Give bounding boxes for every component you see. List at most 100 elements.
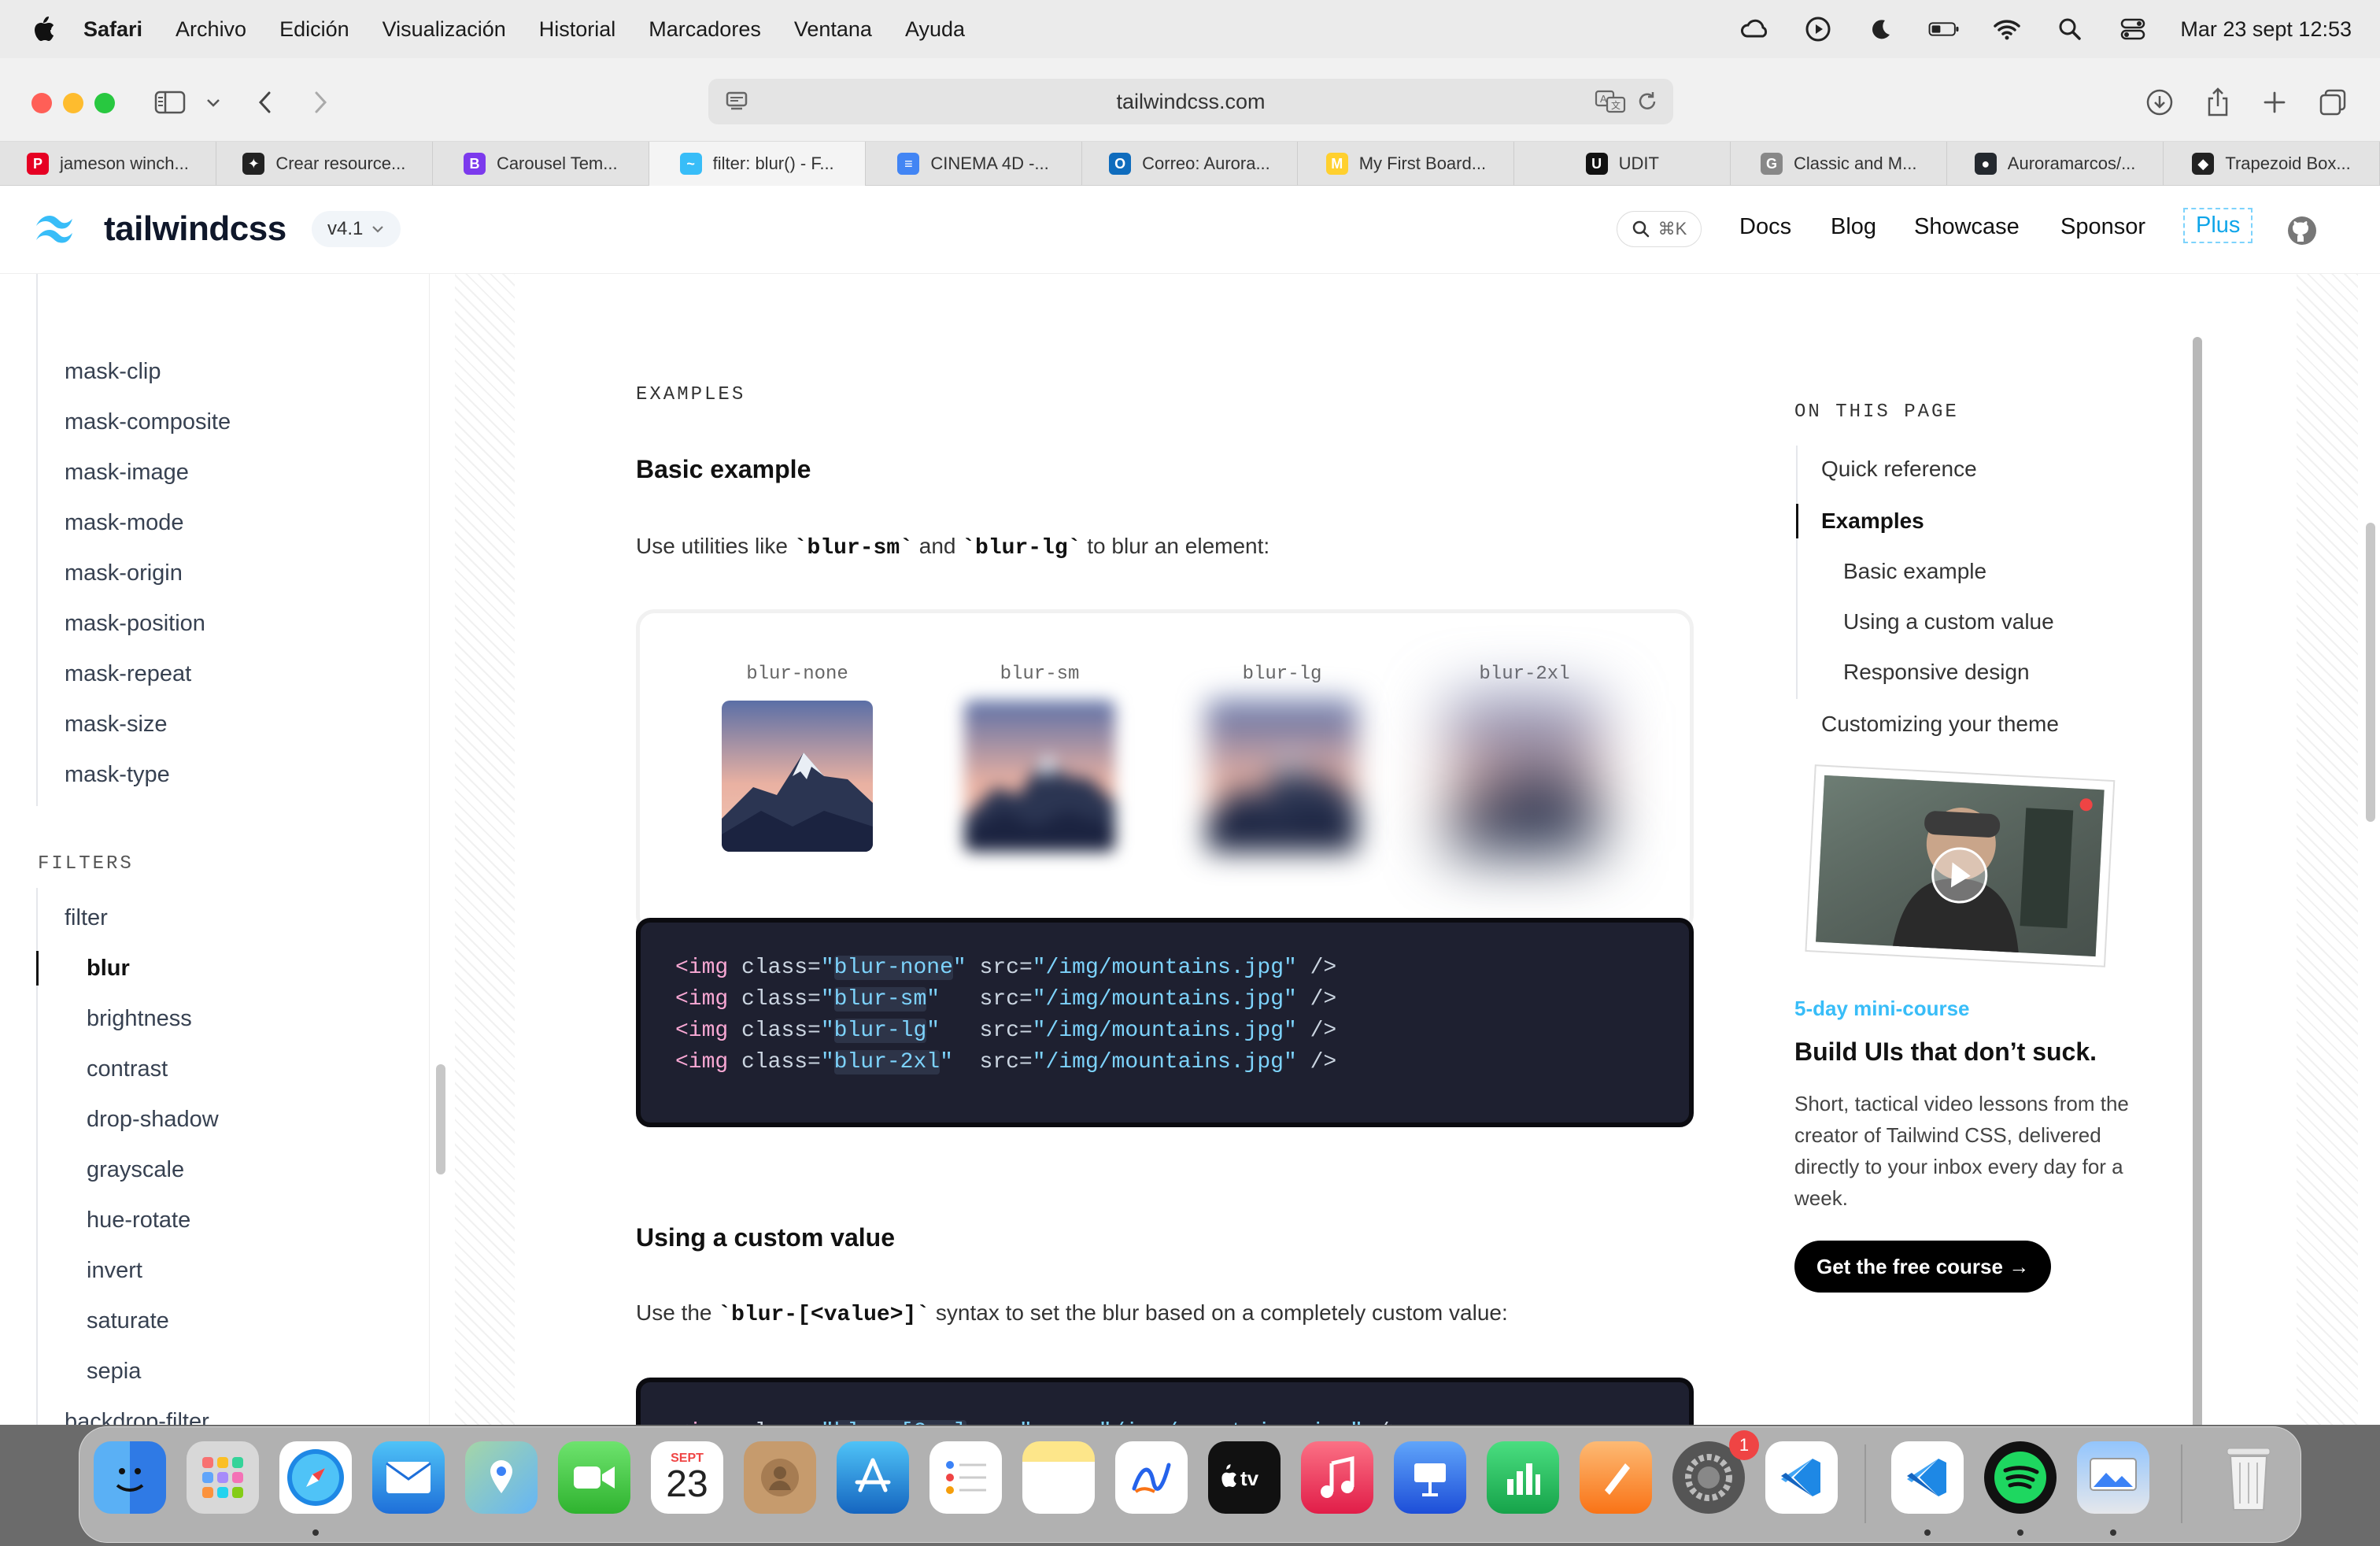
sidebar-item[interactable]: hue-rotate: [87, 1208, 190, 1233]
sidebar-item[interactable]: mask-mode: [65, 510, 184, 536]
maps-icon[interactable]: [465, 1441, 538, 1514]
apple-menu-icon[interactable]: [31, 14, 57, 44]
chevron-down-icon[interactable]: [201, 83, 225, 121]
translate-icon[interactable]: A文: [1595, 88, 1626, 119]
sidebar-item[interactable]: saturate: [87, 1308, 169, 1334]
finder-icon[interactable]: [94, 1441, 166, 1514]
toc-item[interactable]: Responsive design: [1843, 660, 2030, 685]
menu-edicion[interactable]: Edición: [279, 17, 349, 42]
keynote-icon[interactable]: [1394, 1441, 1466, 1514]
custom-value-heading[interactable]: Using a custom value: [636, 1223, 895, 1252]
browser-tab[interactable]: ~ filter: blur() - F...: [649, 142, 866, 186]
share-icon[interactable]: [2204, 83, 2232, 121]
sidebar-item[interactable]: grayscale: [87, 1157, 184, 1183]
browser-tab[interactable]: ● Auroramarcos/...: [1947, 142, 2164, 186]
contacts-icon[interactable]: [744, 1441, 816, 1514]
nav-plus[interactable]: Plus: [2183, 208, 2253, 243]
version-selector[interactable]: v4.1: [312, 211, 401, 247]
browser-tab[interactable]: ✦ Crear resource...: [216, 142, 433, 186]
browser-tab[interactable]: U UDIT: [1514, 142, 1731, 186]
nav-blog[interactable]: Blog: [1831, 214, 1876, 240]
preview-icon[interactable]: [2077, 1441, 2149, 1514]
launchpad-icon[interactable]: [187, 1441, 259, 1514]
numbers-icon[interactable]: [1487, 1441, 1559, 1514]
browser-tab[interactable]: ≡ CINEMA 4D -...: [866, 142, 1082, 186]
sidebar-item[interactable]: mask-position: [65, 611, 205, 637]
apple-tv-icon[interactable]: tv: [1208, 1441, 1281, 1514]
mail-icon[interactable]: [372, 1441, 445, 1514]
window-zoom-button[interactable]: [94, 93, 115, 113]
sidebar-toggle-icon[interactable]: [153, 83, 187, 121]
forward-icon[interactable]: [309, 83, 332, 121]
menu-ayuda[interactable]: Ayuda: [905, 17, 965, 42]
address-bar[interactable]: tailwindcss.com A文: [708, 79, 1673, 124]
course-video-thumbnail[interactable]: [1794, 757, 2125, 986]
back-icon[interactable]: [253, 83, 277, 121]
menu-clock[interactable]: Mar 23 sept 12:53: [2180, 17, 2352, 42]
battery-icon[interactable]: [1928, 13, 1960, 45]
safari-icon[interactable]: [279, 1441, 352, 1514]
calendar-icon[interactable]: SEPT 23: [651, 1441, 723, 1514]
reload-icon[interactable]: [1635, 90, 1659, 119]
toc-item[interactable]: Customizing your theme: [1821, 712, 2059, 737]
toc-item[interactable]: Quick reference: [1821, 457, 1977, 482]
focus-moon-icon[interactable]: [1865, 13, 1897, 45]
sidebar-scrollbar[interactable]: [436, 1064, 445, 1174]
menu-marcadores[interactable]: Marcadores: [649, 17, 761, 42]
play-circle-icon[interactable]: [1802, 13, 1834, 45]
search-button[interactable]: ⌘K: [1617, 211, 1702, 247]
music-icon[interactable]: [1301, 1441, 1373, 1514]
browser-tab[interactable]: M My First Board...: [1298, 142, 1515, 186]
wifi-icon[interactable]: [1991, 13, 2023, 45]
get-course-button[interactable]: Get the free course →: [1794, 1241, 2052, 1293]
sidebar-item[interactable]: mask-type: [65, 762, 170, 788]
notes-icon[interactable]: [1022, 1441, 1095, 1514]
spotlight-search-icon[interactable]: [2054, 13, 2086, 45]
browser-tab[interactable]: B Carousel Tem...: [433, 142, 649, 186]
pages-icon[interactable]: [1580, 1441, 1652, 1514]
sidebar-item[interactable]: mask-origin: [65, 560, 183, 586]
freeform-icon[interactable]: [1115, 1441, 1188, 1514]
creative-cloud-icon[interactable]: [1739, 13, 1771, 45]
menu-archivo[interactable]: Archivo: [176, 17, 246, 42]
menu-visualizacion[interactable]: Visualización: [382, 17, 506, 42]
facetime-icon[interactable]: [558, 1441, 630, 1514]
code-example-custom[interactable]: <img class="blur-[2px] ..." src="/img/mo…: [636, 1378, 1694, 1425]
menu-ventana[interactable]: Ventana: [794, 17, 872, 42]
sidebar-item[interactable]: mask-image: [65, 460, 189, 486]
sidebar-item[interactable]: sepia: [87, 1359, 141, 1385]
tab-overview-icon[interactable]: [2317, 83, 2349, 121]
github-icon[interactable]: [2286, 214, 2319, 251]
sidebar-item[interactable]: mask-clip: [65, 359, 161, 385]
toc-item[interactable]: Using a custom value: [1843, 609, 2054, 634]
sidebar-item[interactable]: drop-shadow: [87, 1107, 219, 1133]
downloads-icon[interactable]: [2144, 83, 2175, 121]
sidebar-item-active[interactable]: blur: [87, 956, 130, 982]
reminders-icon[interactable]: [929, 1441, 1002, 1514]
menu-app-name[interactable]: Safari: [83, 17, 142, 42]
menu-historial[interactable]: Historial: [539, 17, 616, 42]
browser-tab[interactable]: G Classic and M...: [1731, 142, 1948, 186]
sidebar-item[interactable]: contrast: [87, 1056, 168, 1082]
window-close-button[interactable]: [31, 93, 52, 113]
basic-example-heading[interactable]: Basic example: [636, 455, 811, 484]
control-center-icon[interactable]: [2117, 13, 2149, 45]
url-text[interactable]: tailwindcss.com: [1116, 90, 1265, 114]
spotify-icon[interactable]: [1984, 1441, 2057, 1514]
window-minimize-button[interactable]: [63, 93, 83, 113]
sidebar-item-filter[interactable]: filter: [65, 905, 108, 931]
nav-showcase[interactable]: Showcase: [1914, 214, 2020, 240]
trash-icon[interactable]: [2212, 1441, 2285, 1514]
sidebar-item[interactable]: brightness: [87, 1006, 192, 1032]
nav-docs[interactable]: Docs: [1739, 214, 1791, 240]
sidebar-item[interactable]: mask-composite: [65, 409, 231, 435]
nav-sponsor[interactable]: Sponsor: [2060, 214, 2145, 240]
vscode-running-icon[interactable]: [1891, 1441, 1964, 1514]
content-scrollbar[interactable]: [2193, 337, 2202, 1425]
sidebar-item[interactable]: mask-repeat: [65, 661, 191, 687]
sidebar-item-backdrop-filter[interactable]: backdrop-filter: [65, 1409, 209, 1425]
toc-item-active[interactable]: Examples: [1821, 509, 1924, 534]
browser-tab[interactable]: Pjameson winch...: [0, 142, 216, 186]
sidebar-item[interactable]: invert: [87, 1258, 142, 1284]
vscode-icon[interactable]: [1765, 1441, 1838, 1514]
